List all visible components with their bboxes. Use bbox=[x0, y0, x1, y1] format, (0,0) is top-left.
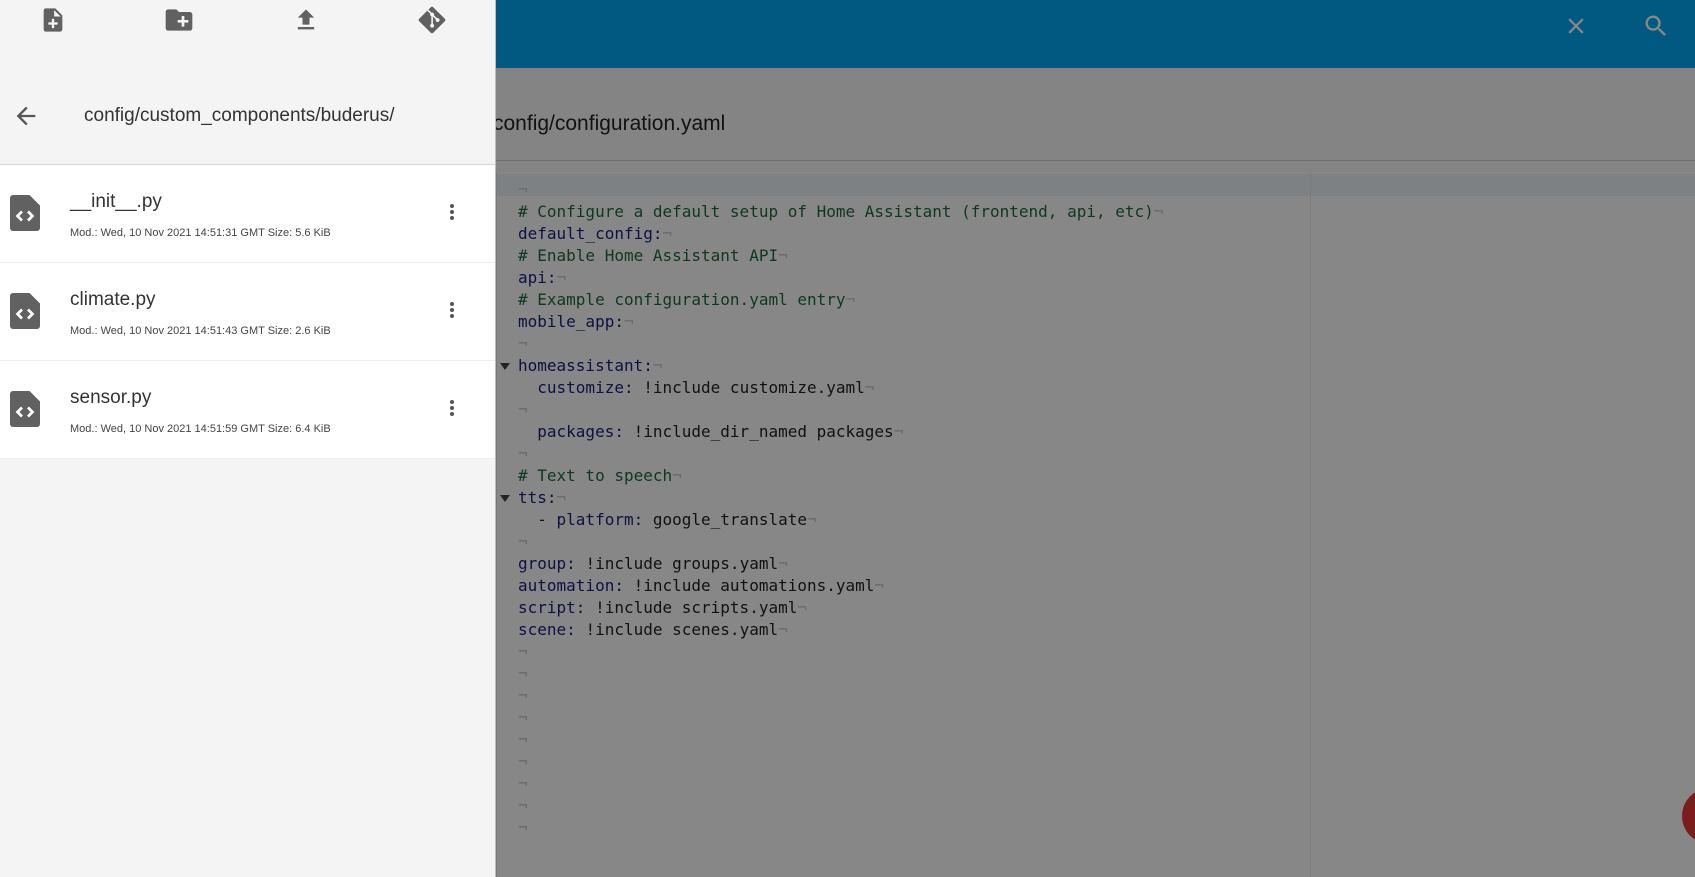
file-meta: Mod.: Wed, 10 Nov 2021 14:51:43 GMT Size… bbox=[70, 325, 331, 337]
more-vert-icon[interactable] bbox=[437, 393, 467, 423]
code-file-icon bbox=[10, 391, 40, 427]
file-name: climate.py bbox=[70, 289, 156, 310]
current-directory-path: config/custom_components/buderus/ bbox=[84, 105, 395, 126]
drawer-toolbar bbox=[0, 0, 495, 44]
file-meta: Mod.: Wed, 10 Nov 2021 14:51:31 GMT Size… bbox=[70, 227, 331, 239]
new-folder-icon[interactable] bbox=[161, 2, 197, 38]
new-file-icon[interactable] bbox=[35, 2, 71, 38]
file-name: sensor.py bbox=[70, 387, 152, 408]
git-icon[interactable] bbox=[414, 2, 450, 38]
more-vert-icon[interactable] bbox=[437, 295, 467, 325]
more-vert-icon[interactable] bbox=[437, 197, 467, 227]
file-browser-drawer: config/custom_components/buderus/ __init… bbox=[0, 0, 496, 877]
code-file-icon bbox=[10, 293, 40, 329]
file-list: __init__.py Mod.: Wed, 10 Nov 2021 14:51… bbox=[0, 165, 495, 459]
list-item[interactable]: sensor.py Mod.: Wed, 10 Nov 2021 14:51:5… bbox=[0, 361, 495, 459]
file-meta: Mod.: Wed, 10 Nov 2021 14:51:59 GMT Size… bbox=[70, 423, 331, 435]
file-name: __init__.py bbox=[70, 191, 162, 212]
list-item[interactable]: __init__.py Mod.: Wed, 10 Nov 2021 14:51… bbox=[0, 165, 495, 263]
arrow-back-icon[interactable] bbox=[10, 100, 42, 132]
list-item[interactable]: climate.py Mod.: Wed, 10 Nov 2021 14:51:… bbox=[0, 263, 495, 361]
code-file-icon bbox=[10, 195, 40, 231]
upload-icon[interactable] bbox=[288, 2, 324, 38]
